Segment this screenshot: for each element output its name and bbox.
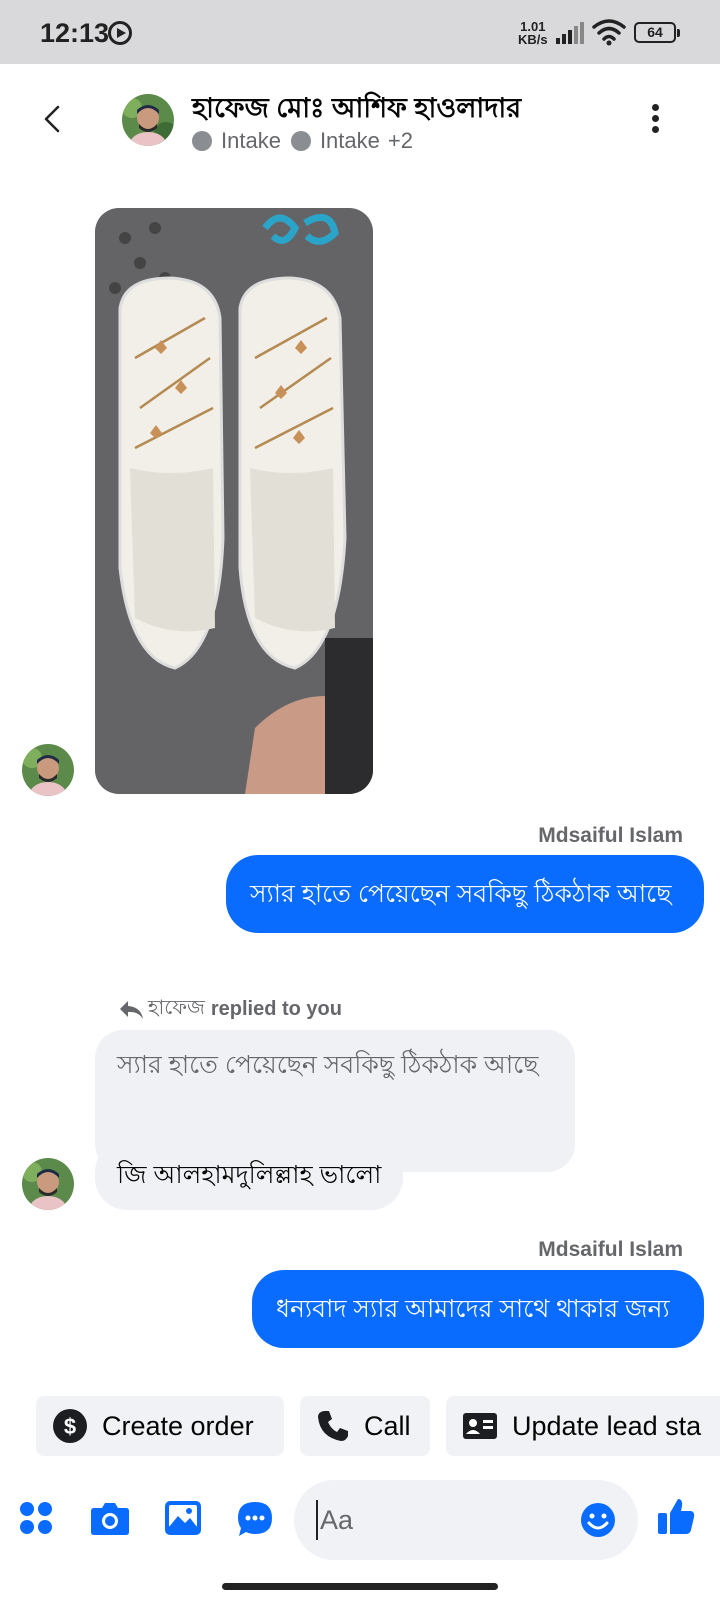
tag-label: Intake bbox=[319, 128, 380, 153]
outgoing-message[interactable]: ধন্যবাদ স্যার আমাদের সাথে থাকার জন্য bbox=[252, 1270, 704, 1348]
reply-author: হাফেজ bbox=[148, 997, 205, 1019]
message-input[interactable] bbox=[316, 1500, 566, 1540]
reply-arrow-icon bbox=[120, 1000, 143, 1019]
call-label: Call bbox=[364, 1410, 411, 1441]
status-time: 12:13 bbox=[40, 18, 110, 48]
contact-card-icon bbox=[463, 1413, 497, 1439]
network-speed: 1.01 KB/s bbox=[518, 20, 548, 46]
conversation-header: হাফেজ মোঃ আশিফ হাওলাদার Intake Intake +2 bbox=[0, 64, 720, 180]
contact-avatar-small[interactable] bbox=[22, 744, 74, 796]
do-not-disturb-icon bbox=[108, 21, 132, 45]
like-thumbs-up-icon[interactable] bbox=[656, 1496, 696, 1536]
outgoing-message[interactable]: স্যার হাতে পেয়েছেন সবকিছু ঠিকঠাক আছে bbox=[226, 855, 704, 933]
contact-avatar-small[interactable] bbox=[22, 1158, 74, 1210]
apps-menu-icon[interactable] bbox=[18, 1500, 54, 1536]
create-order-label: Create order bbox=[102, 1410, 254, 1441]
sender-name: Mdsaiful Islam bbox=[538, 824, 683, 847]
reply-indicator: হাফেজ replied to you bbox=[118, 993, 342, 1026]
message-input-container[interactable] bbox=[294, 1480, 638, 1560]
wifi-icon bbox=[592, 19, 626, 46]
update-lead-label: Update lead sta bbox=[512, 1410, 702, 1441]
network-speed-unit: KB/s bbox=[518, 32, 548, 47]
status-bar: 12:13 1.01 KB/s 64 bbox=[0, 0, 720, 64]
reply-action: replied to you bbox=[210, 998, 342, 1020]
battery-indicator: 64 bbox=[634, 22, 680, 43]
back-arrow-icon[interactable] bbox=[40, 104, 64, 134]
shoe-photo-attachment[interactable] bbox=[95, 208, 373, 794]
call-button[interactable]: Call bbox=[300, 1396, 430, 1456]
sender-name: Mdsaiful Islam bbox=[538, 1238, 683, 1261]
lead-tags[interactable]: Intake Intake +2 bbox=[192, 128, 413, 154]
incoming-message[interactable]: জি আলহামদুলিল্লাহ ভালো bbox=[95, 1140, 404, 1210]
emoji-icon[interactable] bbox=[580, 1502, 616, 1538]
cell-signal-icon bbox=[556, 22, 586, 44]
create-order-button[interactable]: $ Create order bbox=[36, 1396, 284, 1456]
phone-icon bbox=[318, 1411, 348, 1441]
update-lead-stage-button[interactable]: Update lead sta bbox=[446, 1396, 720, 1456]
tag-dot-icon bbox=[192, 131, 212, 151]
quick-actions-bar: $ Create order Call Update lead sta bbox=[36, 1396, 720, 1456]
contact-name[interactable]: হাফেজ মোঃ আশিফ হাওলাদার bbox=[192, 88, 521, 133]
tag-dot-icon bbox=[290, 131, 311, 151]
message-composer bbox=[0, 1470, 720, 1570]
more-options-icon[interactable] bbox=[650, 104, 660, 134]
tag-label: Intake bbox=[221, 128, 281, 153]
chat-bubble-icon[interactable] bbox=[236, 1500, 274, 1538]
contact-avatar[interactable] bbox=[122, 94, 174, 146]
svg-text:$: $ bbox=[64, 1414, 76, 1439]
gallery-icon[interactable] bbox=[164, 1500, 202, 1536]
dollar-icon: $ bbox=[53, 1409, 87, 1443]
home-indicator bbox=[222, 1583, 498, 1590]
extra-tags-count: +2 bbox=[387, 128, 413, 153]
camera-icon[interactable] bbox=[90, 1500, 130, 1536]
